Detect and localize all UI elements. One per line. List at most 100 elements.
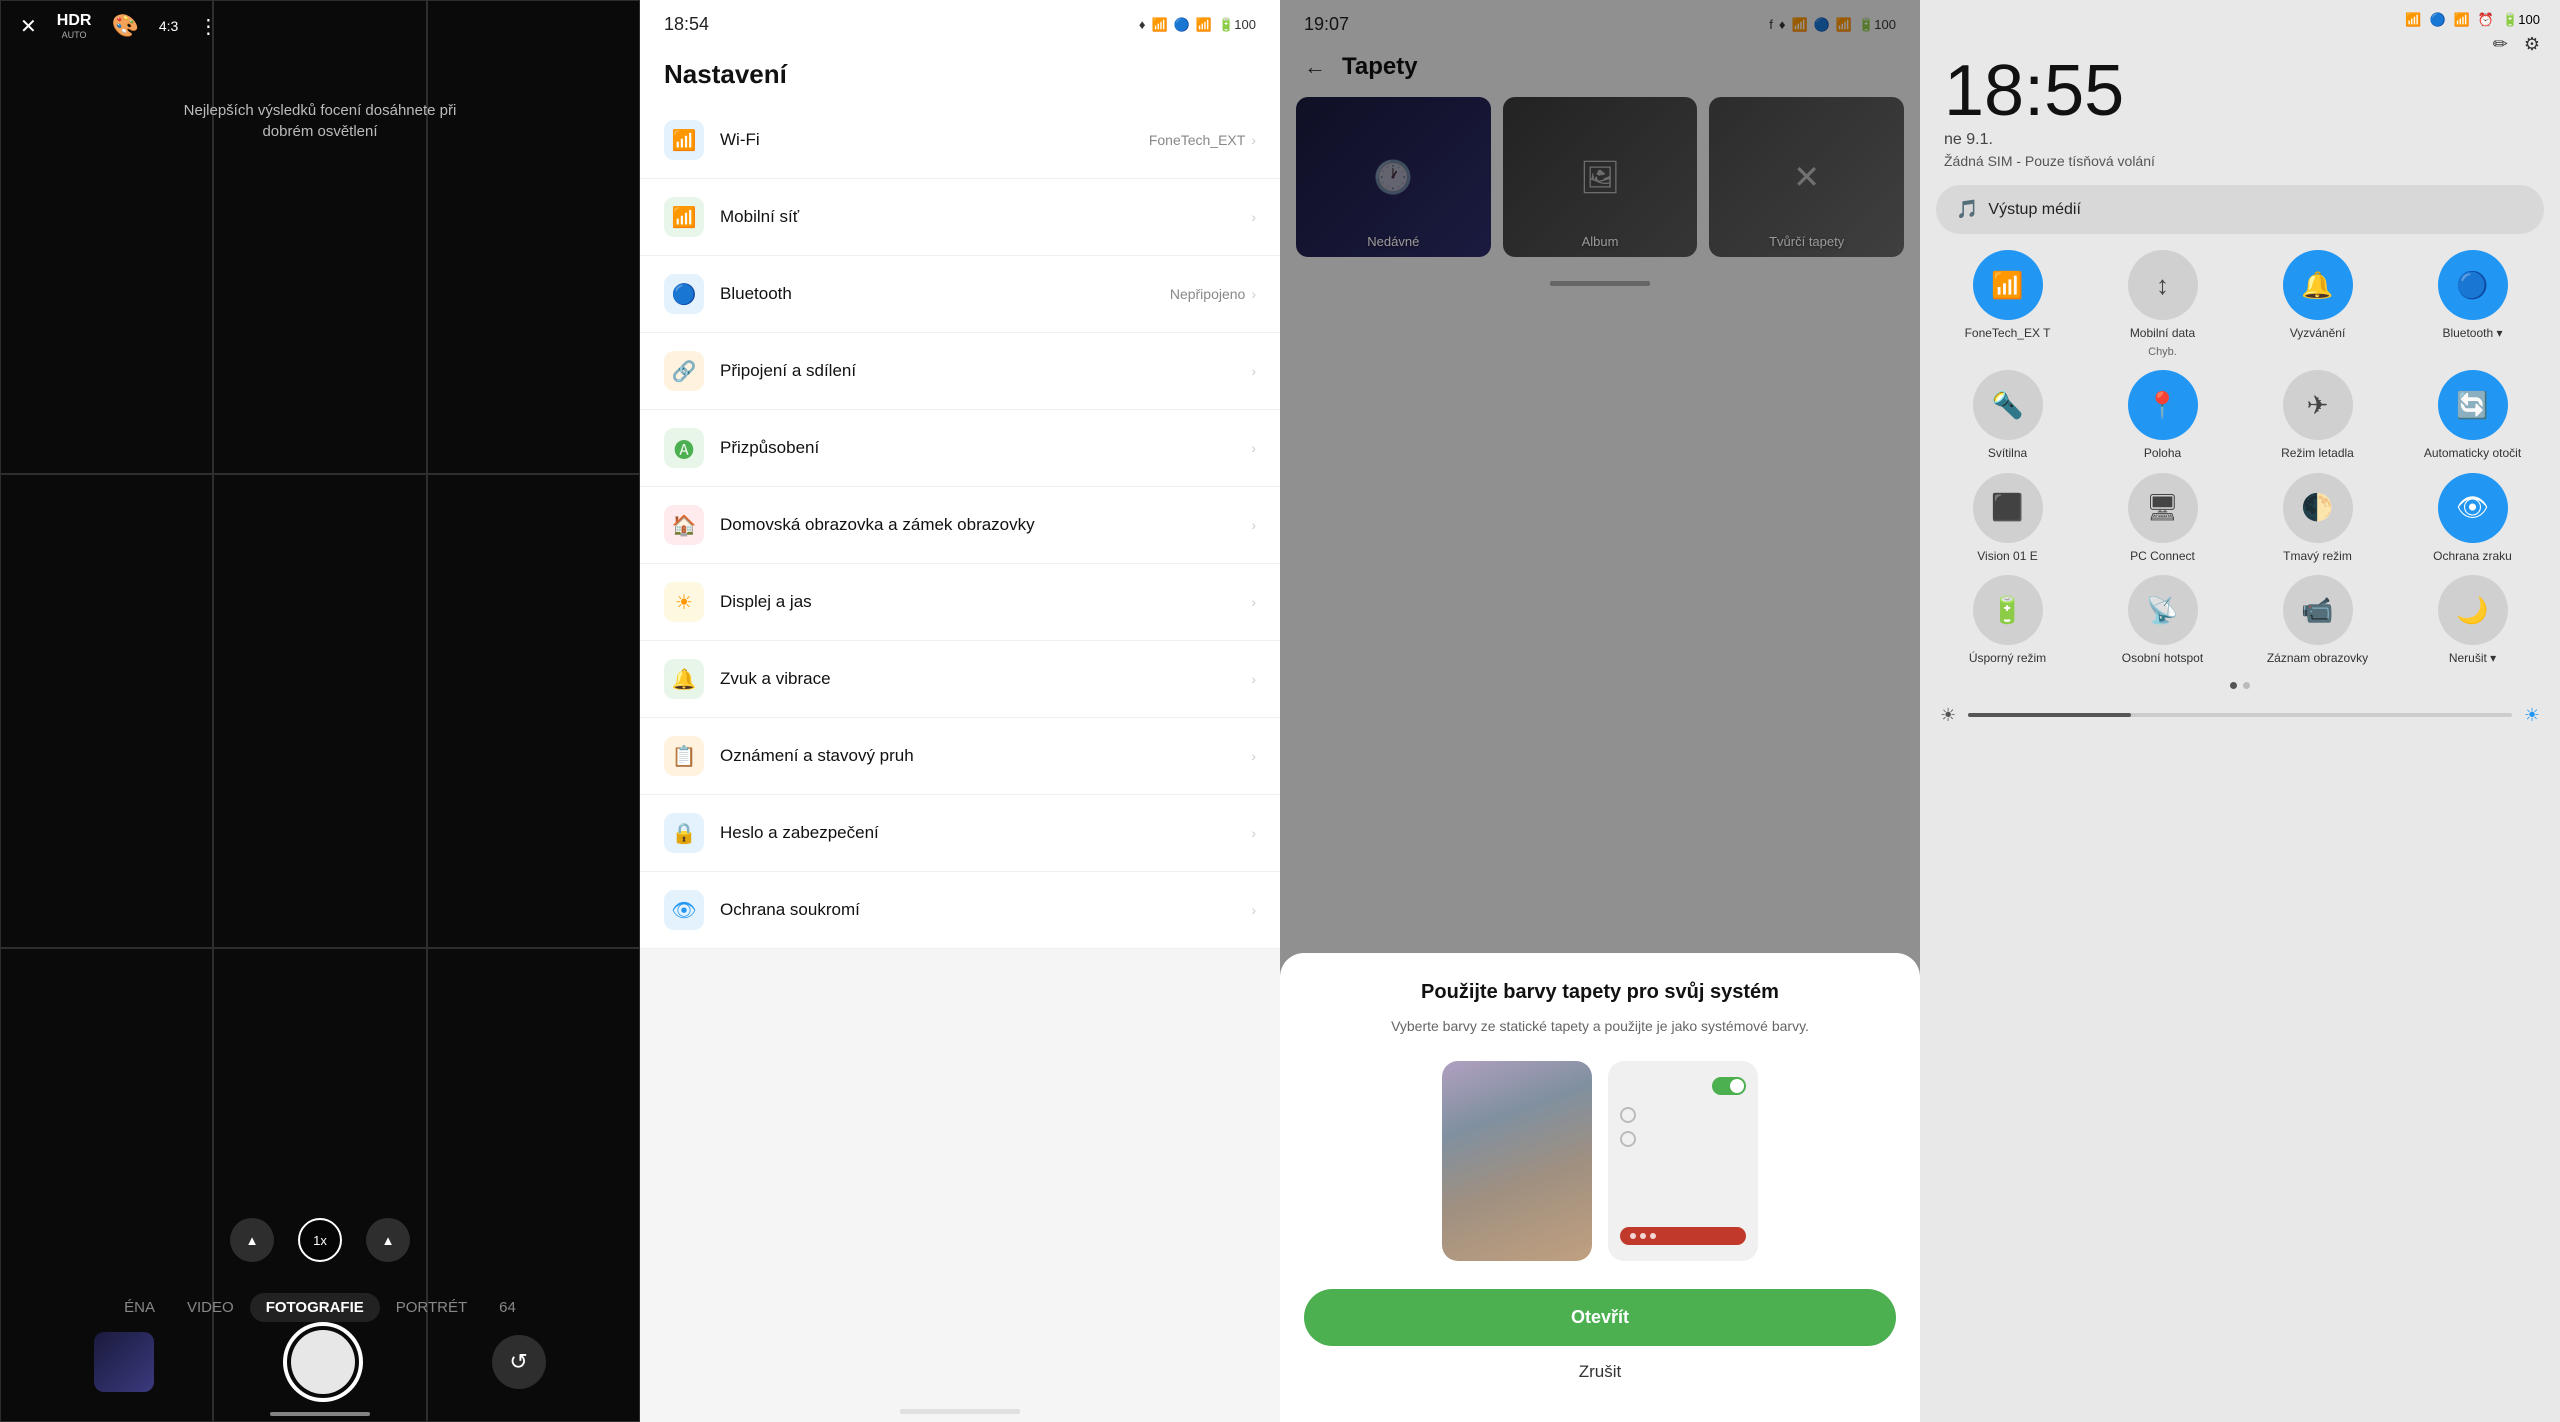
settings-item-security[interactable]: 🔒 Heslo a zabezpečení › — [640, 795, 1280, 872]
settings-item-sound[interactable]: 🔔 Zvuk a vibrace › — [640, 641, 1280, 718]
camera-thumbnail[interactable] — [94, 1332, 154, 1392]
rotate-tile-label: Automaticky otočit — [2424, 446, 2521, 460]
camera-switch-btn[interactable]: ↺ — [492, 1335, 546, 1389]
media-output-label: Výstup médií — [1988, 201, 2080, 219]
tile-screen-record[interactable]: 📹 Záznam obrazovky — [2246, 575, 2389, 665]
settings-status-icons: ♦ 📶 🔵 📶 🔋100 — [1139, 17, 1256, 33]
homescreen-chevron: › — [1251, 517, 1256, 533]
battery-tile-btn[interactable]: 🔋 — [1973, 575, 2043, 645]
dnd-tile-btn[interactable]: 🌙 — [2438, 575, 2508, 645]
radio-group — [1620, 1107, 1746, 1147]
brightness-fill — [1968, 713, 2131, 717]
mobile-tile-sublabel: Chyb. — [2148, 346, 2177, 358]
wifi-status-icon: 📶 — [2454, 12, 2470, 28]
radio-1 — [1620, 1107, 1636, 1123]
quick-sim-info: Žádná SIM - Pouze tísňová volání — [1920, 153, 2560, 185]
record-tile-label: Záznam obrazovky — [2267, 651, 2368, 665]
settings-item-privacy[interactable]: 👁 Ochrana soukromí › — [640, 872, 1280, 949]
record-tile-btn[interactable]: 📹 — [2283, 575, 2353, 645]
settings-item-connection[interactable]: 🔗 Připojení a sdílení › — [640, 333, 1280, 410]
rotate-tile-btn[interactable]: 🔄 — [2438, 370, 2508, 440]
dialog-cancel-button[interactable]: Zrušit — [1304, 1362, 1896, 1382]
ringtone-tile-btn[interactable]: 🔔 — [2283, 250, 2353, 320]
torch-tile-btn[interactable]: 🔦 — [1973, 370, 2043, 440]
tile-vision[interactable]: ⬛ Vision 01 E — [1936, 473, 2079, 563]
bluetooth-settings-icon: 🔵 — [664, 274, 704, 314]
tile-rotate[interactable]: 🔄 Automaticky otočit — [2401, 370, 2544, 460]
tile-bluetooth[interactable]: 🔵 Bluetooth ▾ — [2401, 250, 2544, 358]
settings-icon[interactable]: ⚙ — [2524, 34, 2540, 55]
camera-zoom-controls: ▲ 1x ▲ — [230, 1218, 410, 1262]
tile-location[interactable]: 📍 Poloha — [2091, 370, 2234, 460]
wide-zoom-btn[interactable]: ▲ — [230, 1218, 274, 1262]
sound-label: Zvuk a vibrace — [720, 669, 831, 688]
connection-label: Připojení a sdílení — [720, 361, 856, 380]
quick-media-output[interactable]: 🎵 Výstup médií — [1936, 185, 2544, 234]
mobile-tile-btn[interactable]: ↕ — [2128, 250, 2198, 320]
quick-tiles-grid: 📶 FoneTech_EX T ↕ Mobilní data Chyb. 🔔 V… — [1920, 250, 2560, 674]
tile-pc-connect[interactable]: 🖥 PC Connect — [2091, 473, 2234, 563]
settings-item-notifications[interactable]: 📋 Oznámení a stavový pruh › — [640, 718, 1280, 795]
tile-dnd[interactable]: 🌙 Nerušit ▾ — [2401, 575, 2544, 665]
color-wheel-icon[interactable]: 🎨 — [111, 13, 138, 39]
tile-airplane[interactable]: ✈ Režim letadla — [2246, 370, 2389, 460]
edit-icon[interactable]: ✏ — [2493, 34, 2508, 55]
camera-shutter-btn[interactable] — [283, 1322, 363, 1402]
tile-dark-mode[interactable]: 🌓 Tmavý režim — [2246, 473, 2389, 563]
security-chevron: › — [1251, 825, 1256, 841]
dark-tile-btn[interactable]: 🌓 — [2283, 473, 2353, 543]
bluetooth-label: Bluetooth — [720, 284, 792, 303]
zoom-1x-btn[interactable]: 1x — [298, 1218, 342, 1262]
mode-scena[interactable]: ÉNA — [108, 1293, 171, 1322]
bluetooth-chevron: › — [1251, 286, 1256, 302]
pc-tile-btn[interactable]: 🖥 — [2128, 473, 2198, 543]
eye-tile-btn[interactable]: 👁 — [2438, 473, 2508, 543]
hdr-badge[interactable]: HDR AUTO — [57, 12, 92, 40]
mode-portre[interactable]: PORTRÉT — [380, 1293, 483, 1322]
settings-item-display[interactable]: ☀ Displej a jas › — [640, 564, 1280, 641]
mode-foto[interactable]: FOTOGRAFIE — [250, 1293, 380, 1322]
settings-list: 📶 Wi-Fi FoneTech_EXT › 📶 Mobilní síť › 🔵… — [640, 102, 1280, 1401]
quick-time: 18:55 — [1920, 55, 2560, 127]
display-chevron: › — [1251, 594, 1256, 610]
wifi-chevron: › — [1251, 132, 1256, 148]
tile-hotspot[interactable]: 📡 Osobní hotspot — [2091, 575, 2234, 665]
dot-1 — [2230, 682, 2237, 689]
settings-item-wifi[interactable]: 📶 Wi-Fi FoneTech_EXT › — [640, 102, 1280, 179]
hotspot-tile-btn[interactable]: 📡 — [2128, 575, 2198, 645]
location-tile-btn[interactable]: 📍 — [2128, 370, 2198, 440]
wifi-tile-btn[interactable]: 📶 — [1973, 250, 2043, 320]
location-tile-label: Poloha — [2144, 446, 2181, 460]
alarm-status-icon: ⏰ — [2478, 12, 2494, 28]
settings-item-bluetooth[interactable]: 🔵 Bluetooth Nepřipojeno › — [640, 256, 1280, 333]
tile-eye-protect[interactable]: 👁 Ochrana zraku — [2401, 473, 2544, 563]
settings-item-customize[interactable]: 🅐 Přizpůsobení › — [640, 410, 1280, 487]
ratio-icon[interactable]: 4:3 — [159, 18, 178, 34]
vision-tile-btn[interactable]: ⬛ — [1973, 473, 2043, 543]
tile-ringtone[interactable]: 🔔 Vyzvánění — [2246, 250, 2389, 358]
wallpaper-dialog: Použijte barvy tapety pro svůj systém Vy… — [1280, 953, 1920, 1422]
bluetooth-value: Nepřipojeno — [1170, 286, 1246, 302]
tile-battery-save[interactable]: 🔋 Úsporný režim — [1936, 575, 2079, 665]
airplane-tile-btn[interactable]: ✈ — [2283, 370, 2353, 440]
tile-mobile-data[interactable]: ↕ Mobilní data Chyb. — [2091, 250, 2234, 358]
bt-tile-label: Bluetooth ▾ — [2442, 326, 2502, 340]
more-vert-icon[interactable]: ⋮ — [198, 14, 218, 39]
dialog-open-button[interactable]: Otevřít — [1304, 1289, 1896, 1346]
flash-icon[interactable]: ✕ — [20, 14, 37, 39]
brightness-slider[interactable] — [1968, 713, 2512, 717]
dialog-desc: Vyberte barvy ze statické tapety a použi… — [1304, 1016, 1896, 1037]
mode-video[interactable]: VIDEO — [171, 1293, 250, 1322]
camera-focus-hint: Nejlepších výsledků focení dosáhnete při… — [170, 100, 470, 142]
security-settings-icon: 🔒 — [664, 813, 704, 853]
tile-torch[interactable]: 🔦 Svítilna — [1936, 370, 2079, 460]
bt-tile-btn[interactable]: 🔵 — [2438, 250, 2508, 320]
mode-64[interactable]: 64 — [483, 1293, 532, 1322]
settings-item-mobile[interactable]: 📶 Mobilní síť › — [640, 179, 1280, 256]
tele-zoom-btn[interactable]: ▲ — [366, 1218, 410, 1262]
airplane-tile-label: Režim letadla — [2281, 446, 2354, 460]
tile-wifi[interactable]: 📶 FoneTech_EX T — [1936, 250, 2079, 358]
media-output-icon: 🎵 — [1956, 199, 1978, 220]
quick-settings-panel: 📶 🔵 📶 ⏰ 🔋100 ✏ ⚙ 18:55 ne 9.1. Žádná SIM… — [1920, 0, 2560, 1422]
settings-item-homescreen[interactable]: 🏠 Domovská obrazovka a zámek obrazovky › — [640, 487, 1280, 564]
